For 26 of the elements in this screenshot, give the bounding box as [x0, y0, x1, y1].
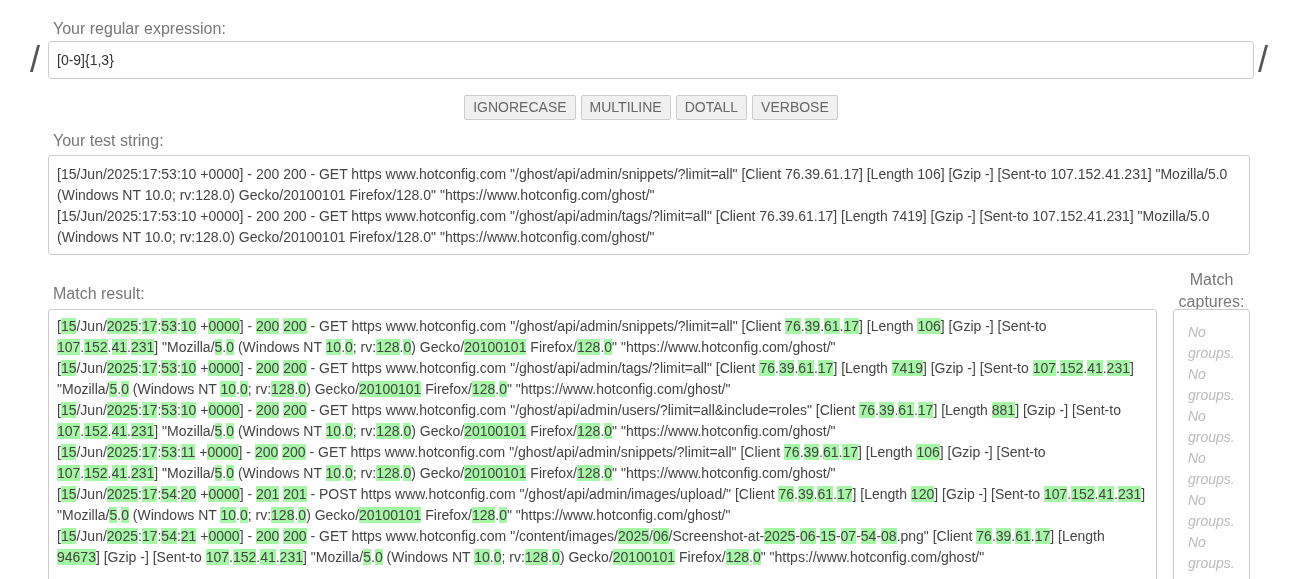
flag-toggle-button[interactable]: DOTALL: [675, 95, 748, 120]
match-result-line: [15/Jun/2025:17:53:10 +0000] - 200 200 - GET https www.hotconfig.com "/ghost/api/admin/snippets/?limit=all" [Client 76.39.61.17] [Length 106] [Gzip -] [Sent-to 107.152.41.231] "Mozilla/5.0 (Windows NT 10.0; rv:128.0) Gecko/20100101 Firefox/128.0" "https://www.hotconfig.com/ghost/": [57, 317, 1048, 357]
no-groups-text: No groups.: [1188, 491, 1235, 531]
match-result-line: [15/Jun/2025:17:53:10 +0000] - 200 200 - GET https www.hotconfig.com "/ghost/api/admin/users/?limit=all&include=roles" [Client 76.39.61.17] [Length 881] [Gzip -] [Sent-to 107.152.41.231] "Mozilla/5.0 (Windows NT 10.0; rv:128.0) Gecko/20100101 Firefox/128.0" "https://www.hotconfig.com/ghost/": [57, 401, 1122, 441]
match-captures-label: Match captures:: [1177, 270, 1246, 309]
no-groups-text: No groups.: [1188, 533, 1235, 573]
test-string-textarea[interactable]: [48, 155, 1250, 255]
match-result-line: [15/Jun/2025:17:54:20 +0000] - 201 201 - POST https www.hotconfig.com "/ghost/api/admin/images/upload/" [Client 76.39.61.17] [Length 120] [Gzip -] [Sent-to 107.152.41.231] "Mozilla/5.0 (Windows NT 10.0; rv:128.0) Gecko/20100101 Firefox/128.0" "https://www.hotconfig.com/ghost/": [57, 485, 1147, 525]
match-result-line: [15/Jun/2025:17:53:10 +0000] - 200 200 - GET https www.hotconfig.com "/ghost/api/admin/tags/?limit=all" [Client 76.39.61.17] [Length 7419] [Gzip -] [Sent-to 107.152.41.231] "Mozilla/5.0 (Windows NT 10.0; rv:128.0) Gecko/20100101 Firefox/128.0" "https://www.hotconfig.com/ghost/": [57, 359, 1135, 399]
no-groups-text: No groups.: [1188, 407, 1235, 447]
match-result-label: Match result:: [53, 284, 145, 304]
flag-toggle-button[interactable]: IGNORECASE: [464, 95, 576, 120]
test-string-line: [15/Jun/2025:17:53:10 +0000] - 200 200 - GET https www.hotconfig.com "/ghost/api/admin/snippets/?limit=all" [Client 76.39.61.17] [Length 106] [Gzip -] [Sent-to 107.152.41.231] "Mozilla/5.0 (Windows NT 10.0; rv:128.0) Gecko/20100101 Firefox/128.0" "https://www.hotconfig.com/ghost/": [57, 165, 1229, 205]
no-groups-text: No groups.: [1188, 449, 1235, 489]
regex-label: Your regular expression:: [53, 19, 227, 39]
regex-delimiter: /: [1258, 40, 1269, 80]
regex-input[interactable]: [0-9]{1,3}: [48, 41, 1254, 79]
flag-toggle-button[interactable]: MULTILINE: [580, 95, 671, 120]
match-result-line: [15/Jun/2025:17:53:11 +0000] - 200 200 - GET https www.hotconfig.com "/ghost/api/admin/snippets/?limit=all" [Client 76.39.61.17] [Length 106] [Gzip -] [Sent-to 107.152.41.231] "Mozilla/5.0 (Windows NT 10.0; rv:128.0) Gecko/20100101 Firefox/128.0" "https://www.hotconfig.com/ghost/": [57, 443, 1047, 483]
no-groups-text: No groups.: [1188, 365, 1235, 405]
match-result-line: [15/Jun/2025:17:54:21 +0000] - 200 200 - GET https www.hotconfig.com "/content/images/2025/06/Screenshot-at-2025-06-15-07-54-08.png" [Client 76.39.61.17] [Length 94673] [Gzip -] [Sent-to 107.152.41.231] "Mozilla/5.0 (Windows NT 10.0; rv:128.0) Gecko/20100101 Firefox/128.0" "https://www.hotconfig.com/ghost/": [57, 527, 1106, 567]
regex-delimiter: /: [30, 40, 41, 80]
no-groups-text: No groups.: [1188, 323, 1235, 363]
test-string-label: Your test string:: [53, 131, 165, 151]
test-string-line: [15/Jun/2025:17:53:10 +0000] - 200 200 - GET https www.hotconfig.com "/ghost/api/admin/tags/?limit=all" [Client 76.39.61.17] [Length 7419] [Gzip -] [Sent-to 107.152.41.231] "Mozilla/5.0 (Windows NT 10.0; rv:128.0) Gecko/20100101 Firefox/128.0" "https://www.hotconfig.com/ghost/": [57, 207, 1211, 247]
flag-toggle-button[interactable]: VERBOSE: [752, 95, 838, 120]
